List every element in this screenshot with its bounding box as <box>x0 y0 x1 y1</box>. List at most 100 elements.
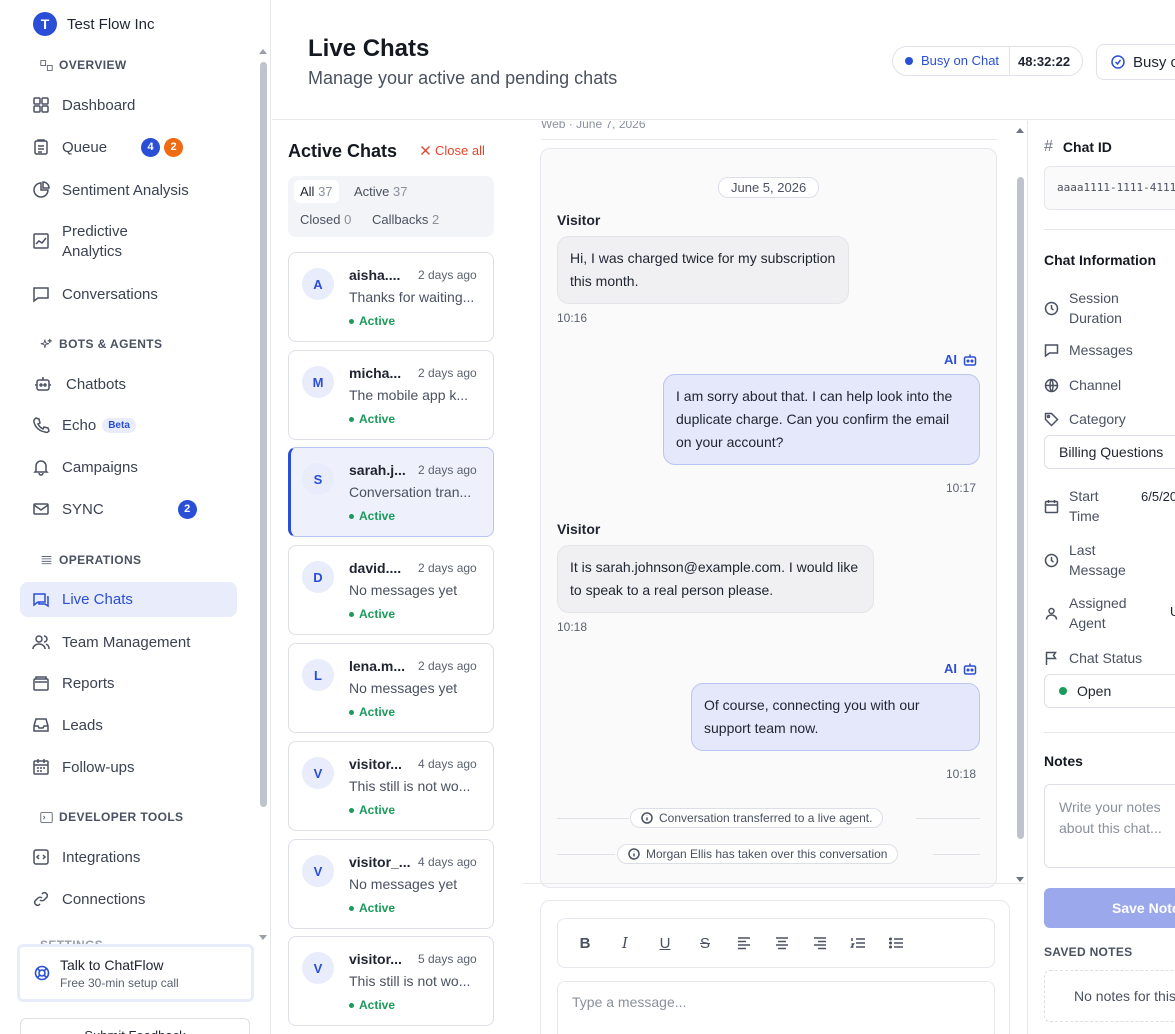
chat-preview: This still is not wo... <box>349 973 471 989</box>
sidebar-item-conversations[interactable]: Conversations <box>20 283 237 305</box>
align-center-icon[interactable] <box>774 935 790 951</box>
filter-tab-all[interactable]: All 37 <box>294 180 339 203</box>
conversation-panel: Web · June 7, 2026 June 5, 2026 Visitor … <box>523 121 1025 1034</box>
user-icon <box>1045 607 1058 620</box>
sidebar-item-dashboard[interactable]: Dashboard <box>20 94 237 116</box>
sidebar-item-live-chats[interactable]: Live Chats <box>20 582 237 617</box>
chart-line-icon <box>33 233 49 249</box>
chat-list-item[interactable]: V visitor_... 4 days ago No messages yet… <box>288 839 494 929</box>
chat-name: david.... <box>349 560 402 576</box>
chat-list-item-selected[interactable]: S sarah.j... 2 days ago Conversation tra… <box>288 447 494 537</box>
sidebar-item-label: Queue <box>62 138 108 156</box>
strikethrough-button[interactable]: S <box>696 935 714 952</box>
status-badge: Active <box>349 998 395 1012</box>
status-select[interactable]: Busy o <box>1096 44 1175 80</box>
italic-button[interactable]: I <box>616 934 634 952</box>
sidebar-item-integrations[interactable]: Integrations <box>20 846 237 868</box>
sidebar-item-chatbots[interactable]: Chatbots <box>20 373 237 395</box>
sidebar-item-label: Team Management <box>62 633 191 651</box>
section-bots: BOTS & AGENTS <box>40 337 162 351</box>
sidebar-item-followups[interactable]: Follow-ups <box>20 756 237 778</box>
sidebar-item-reports[interactable]: Reports <box>20 672 237 694</box>
filter-label: Closed <box>300 212 341 227</box>
calendar-icon <box>1044 499 1059 513</box>
status-dot <box>1059 687 1067 695</box>
sidebar-item-predictive[interactable]: Predictive Analytics <box>20 222 237 262</box>
message-square-icon <box>1044 343 1059 357</box>
chat-status-value: Open <box>1077 683 1112 699</box>
filter-tab-callbacks[interactable]: Callbacks 2 <box>366 208 445 231</box>
chat-list-item[interactable]: V visitor... 5 days ago This still is no… <box>288 936 494 1026</box>
conversation-scrollbar-thumb[interactable] <box>1017 177 1024 839</box>
sidebar-scrollbar-thumb[interactable] <box>260 62 267 807</box>
sidebar-item-campaigns[interactable]: Campaigns <box>20 456 237 478</box>
category-select[interactable]: Billing Questions <box>1044 435 1175 469</box>
info-icon <box>641 812 653 824</box>
close-all-label: Close all <box>435 143 485 158</box>
save-notes-button[interactable]: Save Notes <box>1044 888 1175 928</box>
close-all-button[interactable]: Close all <box>420 143 485 158</box>
chat-id-heading: # Chat ID <box>1044 138 1112 156</box>
align-right-icon[interactable] <box>812 935 828 951</box>
sidebar-item-team[interactable]: Team Management <box>20 631 237 653</box>
info-label: Channel <box>1069 377 1122 393</box>
chat-time: 4 days ago <box>418 757 477 771</box>
chat-name: aisha.... <box>349 267 401 283</box>
chat-list-item[interactable]: L lena.m... 2 days ago No messages yet A… <box>288 643 494 733</box>
filter-tab-closed[interactable]: Closed 0 <box>294 208 357 231</box>
submit-feedback-button[interactable]: Submit Feedback <box>20 1018 250 1034</box>
filter-tab-active[interactable]: Active 37 <box>348 180 414 203</box>
bullet-list-icon[interactable] <box>888 935 904 951</box>
phone-icon <box>33 417 50 434</box>
filter-count: 2 <box>431 212 440 227</box>
chat-list-panel: Active Chats Close all All 37 Active 37 … <box>272 121 510 1034</box>
chat-time: 2 days ago <box>418 463 477 477</box>
page-header: Live Chats Manage your active and pendin… <box>272 0 1175 120</box>
start-time-value: 6/5/20 <box>1141 489 1175 504</box>
system-message-text: Conversation transferred to a live agent… <box>659 811 873 825</box>
brand[interactable]: T Test Flow Inc <box>33 12 155 36</box>
info-messages: Messages <box>1044 340 1133 360</box>
sidebar-item-connections[interactable]: Connections <box>20 888 237 910</box>
chat-id-value[interactable]: aaaa1111-1111-4111 <box>1044 166 1175 210</box>
chat-list-item[interactable]: A aisha.... 2 days ago Thanks for waitin… <box>288 252 494 342</box>
avatar: D <box>302 561 334 593</box>
info-label: Messages <box>1069 342 1133 358</box>
info-start-time: Start Time <box>1044 486 1100 526</box>
notes-textarea[interactable]: Write your notes about this chat... <box>1044 784 1175 868</box>
sidebar-item-echo[interactable]: Echo Beta <box>20 414 237 436</box>
status-badge: Active <box>349 314 395 328</box>
filter-label: Active <box>354 184 390 199</box>
chat-list-item[interactable]: V visitor... 4 days ago This still is no… <box>288 741 494 831</box>
avatar: V <box>302 855 334 887</box>
sidebar-item-label: Predictive <box>62 223 128 240</box>
agent-status-pill[interactable]: Busy on Chat 48:32:22 <box>892 46 1084 76</box>
pie-chart-icon <box>33 181 50 198</box>
avatar: L <box>302 659 334 691</box>
talk-to-chatflow-card[interactable]: Talk to ChatFlow Free 30-min setup call <box>17 944 254 1002</box>
chat-list-item[interactable]: M micha... 2 days ago The mobile app k..… <box>288 350 494 440</box>
chat-list-item[interactable]: D david.... 2 days ago No messages yet A… <box>288 545 494 635</box>
sidebar-item-label: Dashboard <box>62 96 136 114</box>
assigned-agent-value: U <box>1170 604 1175 619</box>
underline-button[interactable]: U <box>656 935 674 952</box>
section-overview: OVERVIEW <box>40 58 127 72</box>
sidebar-item-sentiment[interactable]: Sentiment Analysis <box>20 179 237 201</box>
sidebar-item-leads[interactable]: Leads <box>20 714 237 736</box>
message-input[interactable]: Type a message... <box>557 981 995 1034</box>
section-overview-label: OVERVIEW <box>59 58 127 72</box>
sidebar-item-sync[interactable]: SYNC 2 <box>20 498 237 520</box>
chat-status-select[interactable]: Open <box>1044 674 1175 708</box>
filter-count: 0 <box>344 212 352 227</box>
sidebar-item-label: Conversations <box>62 285 158 303</box>
sidebar-item-label: Live Chats <box>62 591 133 608</box>
numbered-list-icon[interactable] <box>850 935 866 951</box>
ai-message: I am sorry about that. I can help look i… <box>663 374 980 465</box>
sidebar-item-queue[interactable]: Queue 4 2 <box>20 136 237 158</box>
chat-name: visitor... <box>349 756 402 772</box>
info-last-message: Last Message <box>1044 540 1126 580</box>
align-left-icon[interactable] <box>736 935 752 951</box>
avatar: V <box>302 757 334 789</box>
bold-button[interactable]: B <box>576 935 594 952</box>
chat-info-title: Chat Information <box>1044 252 1156 268</box>
